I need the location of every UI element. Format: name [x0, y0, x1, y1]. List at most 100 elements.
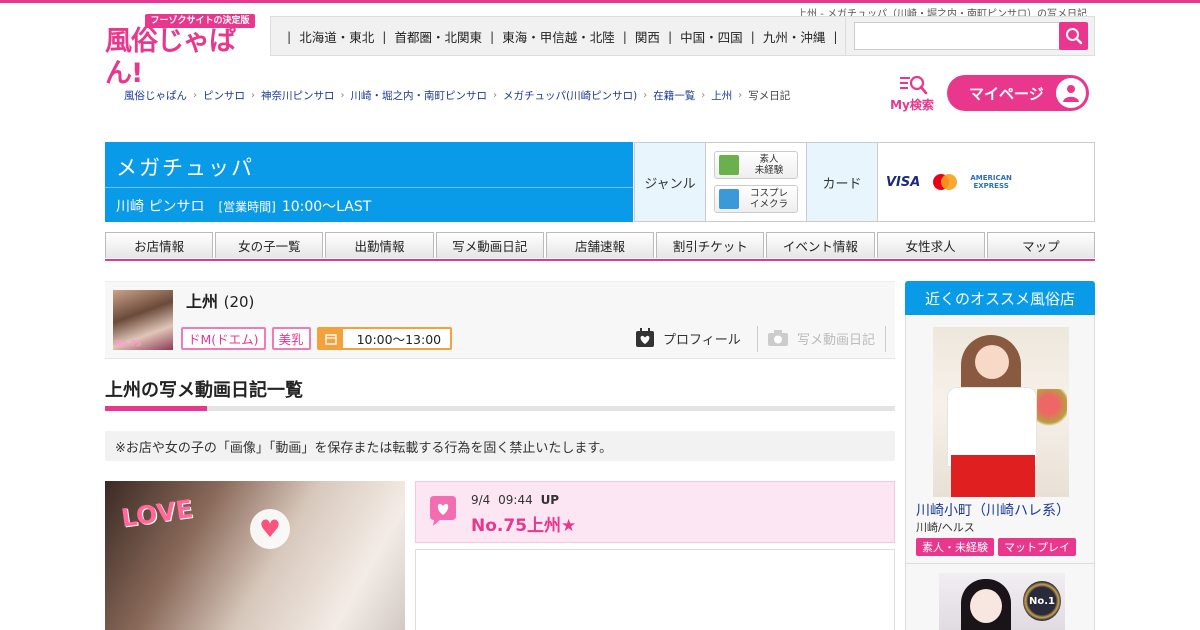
site-logo[interactable]: フーゾクサイトの決定版 風俗じゃぱん! [105, 14, 255, 89]
breadcrumb-link[interactable]: 川崎・堀之内・南町ピンサロ [351, 88, 488, 103]
my-search-icon [900, 75, 928, 95]
region-link[interactable]: 九州・沖縄 [763, 27, 826, 46]
diary-photo[interactable]: LOVE ♥ [105, 481, 405, 630]
diary-link[interactable]: 写メ動画日記 [767, 326, 875, 350]
region-separator: | [489, 28, 495, 44]
amex-logo: AMERICAN EXPRESS [970, 174, 1012, 190]
recommend-shop-photo[interactable] [933, 327, 1069, 497]
post-date: 9/4 [471, 493, 491, 507]
chevron-right-icon: › [643, 90, 648, 101]
diary-post-title[interactable]: No.75上州★ [471, 511, 576, 536]
breadcrumb-link[interactable]: メガチュッパ(川崎ピンサロ) [503, 88, 637, 103]
recommend-shop-photo-2[interactable]: No.1 [939, 573, 1065, 630]
search-icon [1065, 28, 1082, 45]
region-link[interactable]: 中国・四国 [680, 27, 743, 46]
shop-tab[interactable]: 女性求人 [876, 232, 985, 258]
shop-subinfo: 川崎 ピンサロ [営業時間] 10:00～LAST [116, 196, 371, 216]
search-button[interactable] [1059, 22, 1088, 50]
girl-thumbnail[interactable]: No.75 [113, 290, 173, 350]
profile-link[interactable]: プロフィール [635, 326, 741, 350]
shop-tabs: お店情報 女の子一覧 出勤情報 写メ動画日記 店舗速報 割引チケット イベント情報 女性求人マ… [105, 232, 1095, 261]
heart-bubble-icon [430, 496, 456, 526]
diary-post-meta: 9/4 09:44 UP [471, 493, 559, 507]
top-accent-bar [0, 0, 1200, 3]
shop-info-table: ジャンル 素人 未経験コスプレ イメクラ カード VISA AMERICAN E… [634, 142, 1095, 222]
my-page-button[interactable]: マイページ [947, 75, 1089, 111]
region-link[interactable]: 東海・甲信越・北陸 [502, 27, 615, 46]
shop-tab[interactable]: 女の子一覧 [215, 232, 324, 258]
diary-post-header: 9/4 09:44 UP No.75上州★ [415, 481, 895, 543]
region-link[interactable]: 関西 [635, 27, 660, 46]
photo-face [970, 589, 1002, 623]
genre-header: ジャンル [635, 143, 706, 221]
recommend-tag: 素人・未経験 [916, 538, 994, 556]
genre-icon [719, 155, 739, 175]
region-link[interactable]: 北海道・東北 [299, 27, 374, 46]
region-separator: | [287, 28, 292, 44]
diary-link-label: 写メ動画日記 [797, 332, 876, 348]
region-separator: | [667, 28, 673, 44]
region-link[interactable]: 首都圏・北関東 [394, 27, 482, 46]
recommend-shop-name[interactable]: 川崎小町（川崎ハレ系） [916, 500, 1070, 520]
photo-flowers [1037, 389, 1067, 429]
girl-tags: ドM(ドエム) 美乳 10:00～13:00 [181, 327, 452, 350]
recommend-shop-tags: 素人・未経験 マットプレイ [916, 538, 1076, 556]
shop-tab[interactable]: マップ [986, 232, 1095, 258]
chevron-right-icon: › [738, 90, 743, 101]
chevron-right-icon: › [340, 90, 345, 101]
card-cell: VISA AMERICAN EXPRESS [878, 143, 1094, 221]
ranking-medal-icon: No.1 [1023, 581, 1061, 621]
genre-badge[interactable]: 素人 未経験 [714, 151, 798, 179]
region-separator: | [622, 28, 627, 44]
breadcrumb-link[interactable]: 風俗じゃぱん [124, 88, 187, 103]
profile-link-label: プロフィール [663, 332, 741, 348]
region-separator: | [750, 28, 755, 44]
my-search-label: My検索 [890, 98, 934, 112]
region-separator: | [833, 28, 838, 44]
girl-name: 上州 (20) [186, 288, 254, 312]
shop-tab[interactable]: イベント情報 [766, 232, 875, 258]
genre-icon [719, 189, 739, 209]
profile-heart-icon [636, 328, 654, 347]
shop-tab[interactable]: 割引チケット [656, 232, 765, 258]
shop-tab[interactable]: お店情報 [105, 232, 214, 258]
post-up-label: UP [540, 493, 560, 507]
breadcrumb-link[interactable]: 在籍一覧 [653, 88, 695, 103]
girl-thumbnail-label: No.75 [115, 339, 142, 348]
girl-name-text: 上州 [186, 292, 219, 311]
shop-tab[interactable]: 写メ動画日記 [435, 232, 544, 258]
my-search-button[interactable]: My検索 [886, 74, 938, 114]
breadcrumb-link[interactable]: 上州 [711, 88, 732, 103]
chevron-right-icon: › [193, 90, 197, 101]
heart-sticker-icon: ♥ [250, 509, 290, 549]
shop-hours-label: [営業時間] [218, 200, 276, 214]
user-icon [1056, 78, 1086, 108]
shop-tab[interactable]: 店舗速報 [545, 232, 655, 258]
calendar-icon [318, 329, 343, 348]
recommend-tag: マットプレイ [998, 538, 1076, 556]
genre-cell: 素人 未経験コスプレ イメクラ [706, 143, 807, 221]
girl-tag: ドM(ドエム) [181, 327, 266, 350]
search-input[interactable] [854, 22, 1060, 50]
card-header: カード [807, 143, 878, 221]
breadcrumb-link[interactable]: ピンサロ [203, 88, 245, 103]
girl-age: (20) [223, 293, 255, 311]
breadcrumb-link[interactable]: 神奈川ピンサロ [261, 88, 335, 103]
genre-badge[interactable]: コスプレ イメクラ [714, 185, 798, 213]
photo-face [975, 345, 1009, 379]
sidebar-divider [906, 563, 1094, 564]
photo-skirt [951, 455, 1035, 497]
search-box [846, 16, 1095, 56]
breadcrumb-current: 写メ日記 [748, 90, 791, 102]
shop-tab[interactable]: 出勤情報 [325, 232, 434, 258]
genre-label: コスプレ イメクラ [749, 188, 788, 210]
visa-logo: VISA [886, 174, 921, 190]
underline-accent [105, 406, 207, 411]
shop-hours: 10:00～LAST [281, 199, 372, 215]
girl-schedule-time: 10:00～13:00 [356, 332, 442, 347]
sidebar-recommend: 川崎小町（川崎ハレ系） 川崎/ヘルス 素人・未経験 マットプレイ No.1 [905, 315, 1095, 630]
sidebar-title: 近くのオススメ風俗店 [905, 281, 1095, 315]
camera-icon [768, 330, 788, 346]
chevron-right-icon: › [493, 90, 497, 101]
diary-post-body [415, 549, 895, 630]
